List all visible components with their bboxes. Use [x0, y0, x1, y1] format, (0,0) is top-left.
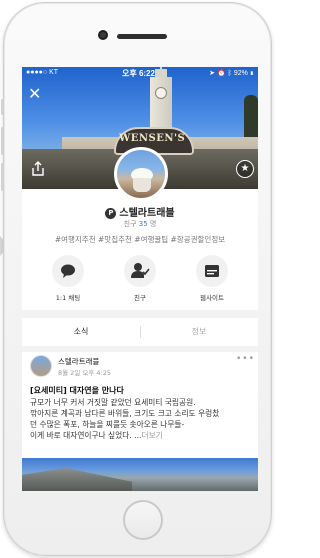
profile-name-text: 스텔라트래블	[119, 208, 175, 219]
post-line: 규모가 너무 커서 거짓말 같았던 요세미티 국립공원.	[30, 398, 196, 407]
volume-down-button	[1, 163, 4, 191]
battery-percent: 92%	[233, 70, 248, 77]
share-icon[interactable]	[30, 161, 46, 177]
post-line: 이게 바로 대자연이구나 싶었다. ...더보기	[30, 430, 256, 441]
post-body: 규모가 너무 커서 거짓말 같았던 요세미티 국립공원. 깎아지른 계곡과 남다…	[30, 397, 256, 441]
tab-news[interactable]: 소식	[22, 318, 140, 346]
post-photo[interactable]	[22, 458, 258, 491]
close-icon[interactable]: ✕	[28, 85, 46, 103]
home-button[interactable]	[123, 500, 163, 540]
tab-info[interactable]: 정보	[140, 318, 258, 346]
volume-up-button	[1, 127, 4, 155]
front-camera	[98, 30, 108, 40]
favorite-star-icon[interactable]: ★	[236, 160, 254, 178]
post-author-avatar[interactable]	[30, 355, 52, 377]
carrier-label: ●●●●○ KT	[26, 69, 59, 76]
chat-action-label: 1:1 채팅	[55, 294, 81, 302]
location-icon: ➤	[209, 70, 216, 77]
profile-name: P 스텔라트래블	[22, 204, 258, 219]
post-author: 스텔라트래블	[58, 357, 100, 366]
section-gap	[22, 310, 258, 318]
friend-action-label: 친구	[134, 294, 146, 302]
chat-action[interactable]: 1:1 채팅	[38, 255, 98, 302]
website-action[interactable]: 웹사이트	[182, 255, 242, 302]
read-more-link[interactable]: 더보기	[142, 431, 163, 440]
friend-label: 친구	[123, 220, 137, 228]
post-date: 8월 2일 오후 4:25	[58, 369, 111, 377]
chat-bubble-icon	[52, 255, 84, 287]
post-line: 던 수많은 폭포, 하늘을 찌를듯 솟아오른 나무들-	[30, 420, 185, 429]
post-line-text: 이게 바로 대자연이구나 싶었다. ...	[30, 431, 142, 440]
battery-icon: ▮	[249, 70, 254, 77]
alarm-icon: ⏰	[217, 70, 226, 77]
profile-avatar	[114, 147, 168, 201]
status-time: 오후 6:22	[122, 69, 155, 78]
more-options-icon[interactable]: •••	[236, 354, 255, 364]
website-action-label: 웹사이트	[200, 294, 224, 302]
friend-count: 35	[138, 220, 148, 228]
section-gap-2	[22, 346, 258, 352]
status-right: ➤ ⏰ ᛒ 92% ▮	[209, 69, 254, 77]
website-icon	[196, 255, 228, 287]
mute-switch	[1, 99, 4, 115]
status-bar: ●●●●○ KT 오후 6:22 ➤ ⏰ ᛒ 92% ▮	[22, 67, 258, 81]
post-line: 깎아지른 계곡과 남다른 바위들, 크기도 크고 소리도 우렁찼	[30, 409, 220, 418]
post-title: [요세미티] 대자연을 만나다	[30, 386, 124, 395]
add-friend-icon	[124, 255, 156, 287]
earpiece-speaker	[117, 34, 167, 39]
bluetooth-icon: ᛒ	[227, 70, 232, 77]
cover-sign-text: WENSEN'S	[119, 133, 186, 144]
hashtags: #여행지추천 #맛집추천 #여행꿀팁 #항공권할인정보	[54, 235, 226, 244]
friend-count-line: 친구 35 명	[22, 219, 258, 229]
channel-badge-icon: P	[105, 208, 117, 219]
friend-unit: 명	[149, 220, 157, 228]
friend-action[interactable]: 친구	[110, 255, 170, 302]
app-screen: WENSEN'S ●●●●○ KT 오후 6:22 ➤ ⏰ ᛒ 92% ▮ ✕ …	[22, 67, 258, 491]
